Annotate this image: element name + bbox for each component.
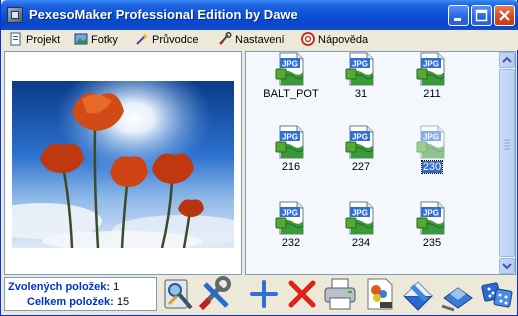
menu-napoveda[interactable]: Nápověda <box>301 32 368 48</box>
total-count-value: 15 <box>116 296 130 308</box>
selected-count: Zvolených položek: 1 <box>8 281 119 293</box>
minimize-button[interactable] <box>448 5 469 26</box>
thumbnail-item[interactable]: JPG 227 <box>326 125 396 185</box>
wizard-icon <box>136 33 149 45</box>
game-button[interactable] <box>479 276 515 312</box>
thumbnail-item[interactable]: JPG 234 <box>326 201 396 261</box>
settings-icon <box>219 32 232 45</box>
thumbnail-item[interactable]: JPG 235 <box>397 201 467 261</box>
total-count: Celkem položek: 15 <box>27 296 129 308</box>
preview-panel <box>4 51 242 275</box>
svg-text:JPG: JPG <box>423 60 439 69</box>
total-count-label: Celkem položek: <box>27 296 114 308</box>
svg-text:JPG: JPG <box>423 209 439 218</box>
view-button[interactable] <box>161 276 197 312</box>
menu-bar: Projekt Fotky Průvodce Nastavení Nápověd… <box>1 30 518 50</box>
menu-pruvodce[interactable]: Průvodce <box>135 32 198 48</box>
window-title: PexesoMaker Professional Edition by Dawe <box>29 7 298 22</box>
tools-button[interactable] <box>197 276 233 312</box>
svg-text:JPG: JPG <box>282 133 298 142</box>
vertical-scrollbar[interactable] <box>499 52 515 274</box>
add-button[interactable] <box>246 276 282 312</box>
thumbnail-label: 216 <box>281 161 301 173</box>
view-icon <box>164 279 193 310</box>
delete-button[interactable] <box>284 276 320 312</box>
maximize-button[interactable] <box>471 5 492 26</box>
menu-label: Fotky <box>91 34 118 46</box>
selected-count-label: Zvolených položek: <box>8 281 111 293</box>
add-icon <box>250 280 278 308</box>
menu-label: Nastavení <box>235 34 285 46</box>
print-icon <box>324 278 356 310</box>
save-icon <box>441 287 473 312</box>
chevron-down-icon <box>502 263 512 270</box>
chevron-up-icon <box>502 56 512 63</box>
svg-text:JPG: JPG <box>423 133 439 142</box>
close-button[interactable] <box>494 5 515 26</box>
svg-text:JPG: JPG <box>352 60 368 69</box>
photos-icon <box>74 33 88 45</box>
export-button[interactable] <box>400 276 436 312</box>
game-icon <box>481 282 513 308</box>
export-icon <box>402 281 434 311</box>
jpg-file-icon: JPG <box>345 52 374 86</box>
menu-label: Průvodce <box>152 34 199 46</box>
thumbnail-item[interactable]: JPG 230 <box>397 125 467 185</box>
photo-preview <box>12 81 234 248</box>
jpg-file-icon: JPG <box>345 201 374 235</box>
thumbnail-item[interactable]: JPG BALT_POT <box>256 52 326 112</box>
thumbnail-label: 230 <box>420 160 444 174</box>
svg-text:JPG: JPG <box>282 209 298 218</box>
tools-icon <box>198 276 231 311</box>
thumbnail-item[interactable]: JPG 211 <box>397 52 467 112</box>
save-button[interactable] <box>440 276 476 312</box>
maximize-icon <box>475 9 488 22</box>
scroll-up-button[interactable] <box>499 52 515 68</box>
menu-fotky[interactable]: Fotky <box>74 32 118 48</box>
thumbnail-label: 234 <box>351 237 371 249</box>
scroll-thumb[interactable] <box>499 69 515 257</box>
image-button[interactable] <box>362 276 398 312</box>
jpg-file-icon: JPG <box>416 125 445 159</box>
thumbnail-label: 235 <box>422 237 442 249</box>
image-icon <box>367 278 393 310</box>
print-button[interactable] <box>322 276 358 312</box>
menu-label: Projekt <box>26 34 61 46</box>
minimize-icon <box>454 18 461 21</box>
svg-text:JPG: JPG <box>352 209 368 218</box>
thumbnail-item[interactable]: JPG 232 <box>256 201 326 261</box>
app-window: PexesoMaker Professional Edition by Dawe… <box>0 0 518 316</box>
jpg-file-icon: JPG <box>275 52 304 86</box>
grip-icon <box>504 139 510 150</box>
jpg-file-icon: JPG <box>416 201 445 235</box>
jpg-file-icon: JPG <box>416 52 445 86</box>
jpg-file-icon: JPG <box>345 125 374 159</box>
project-icon <box>10 32 21 46</box>
selected-count-value: 1 <box>113 281 120 293</box>
status-panel: Zvolených položek: 1 Celkem položek: 15 <box>4 277 157 311</box>
help-icon <box>301 32 315 46</box>
jpg-file-icon: JPG <box>275 125 304 159</box>
close-icon <box>499 10 510 21</box>
delete-icon <box>288 280 316 308</box>
thumbnail-grid: JPG BALT_POT JPG 31 JPG 211 JPG 216 JPG 227 JPG 230… <box>245 51 516 275</box>
jpg-file-icon: JPG <box>275 201 304 235</box>
thumbnail-item[interactable]: JPG 31 <box>326 52 396 112</box>
menu-nastaveni[interactable]: Nastavení <box>218 32 285 48</box>
menu-label: Nápověda <box>318 34 369 46</box>
title-bar[interactable]: PexesoMaker Professional Edition by Dawe <box>1 0 518 30</box>
thumbnail-label: 31 <box>354 88 368 100</box>
menu-projekt[interactable]: Projekt <box>9 32 60 48</box>
scroll-down-button[interactable] <box>499 258 515 274</box>
thumbnail-item[interactable]: JPG 216 <box>256 125 326 185</box>
app-icon <box>7 7 23 23</box>
thumbnail-label: 227 <box>351 161 371 173</box>
thumbnail-label: 211 <box>423 88 441 100</box>
thumbnail-label: BALT_POT <box>263 88 319 100</box>
thumbnail-label: 232 <box>281 237 301 249</box>
svg-text:JPG: JPG <box>352 133 368 142</box>
svg-text:JPG: JPG <box>282 60 298 69</box>
